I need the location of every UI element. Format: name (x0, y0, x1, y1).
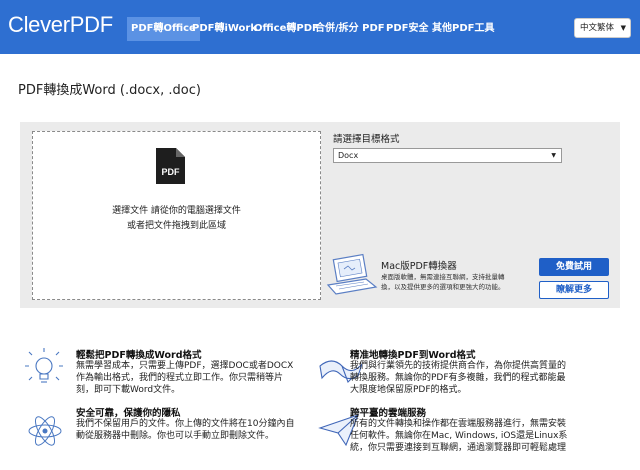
feature-description-line: 所有的文件轉換和操作都在雲端服務器進行，無需安裝 (350, 419, 567, 429)
feature-description-line: 刻，即可下載Word文件。 (76, 385, 181, 395)
laptop-illustration-icon (326, 253, 378, 295)
drop-zone-hint: 或者把文件拖拽到此區域 (126, 221, 226, 231)
nav-pdf-to-office[interactable]: PDF轉Office (127, 17, 200, 41)
feature-title: 跨平臺的雲端服務 (350, 408, 427, 419)
nav-pdf-to-iwork[interactable]: PDF轉iWork (192, 17, 257, 41)
drop-zone-instruction: 選擇文件 請從你的電腦選擇文件 (112, 206, 241, 216)
mac-app-description-line: 換，以及提供更多的選項和更強大的功能。 (381, 283, 505, 291)
feature-description-line: 任何軟件。無論你在Mac, Windows, iOS還是Linux系 (350, 431, 568, 441)
feature-description: 所有的文件轉換和操作都在雲端服務器進行，無需安裝 任何軟件。無論你在Mac, W… (350, 418, 635, 454)
logo[interactable]: CleverPDF (8, 12, 113, 38)
target-format-select[interactable]: Docx ▼ (333, 148, 562, 163)
pdf-file-icon-label: PDF (162, 167, 181, 177)
chevron-down-icon: ▼ (620, 24, 626, 32)
language-select[interactable]: 中文繁体 ▼ (574, 18, 631, 38)
feature-title: 精准地轉換PDF到Word格式 (350, 350, 476, 361)
page-title: PDF轉換成Word (.docx, .doc) (18, 83, 201, 98)
nav-other-pdf-tools[interactable]: 其他PDF工具 (432, 17, 494, 41)
mac-app-description: 桌面版軟體，無需連接互聯網，支持批量轉 換，以及提供更多的選項和更強大的功能。 (381, 272, 536, 292)
feature-description-line: 大限度地保留原PDF的格式。 (350, 385, 467, 395)
feature-title: 安全可靠，保護你的隱私 (76, 408, 181, 419)
feature-description-line: 無需學習成本，只需要上傳PDF，選擇DOC或者DOCX (76, 361, 294, 371)
feature-description: 無需學習成本，只需要上傳PDF，選擇DOC或者DOCX 作為輸出格式，我們的程式… (76, 360, 306, 396)
feature-description-line: 我們與行業領先的技術提供商合作，為你提供高質量的 (350, 361, 567, 371)
learn-more-button[interactable]: 瞭解更多 (539, 281, 609, 299)
chevron-down-icon: ▼ (551, 152, 556, 159)
target-format-label: 請選擇目標格式 (333, 134, 400, 145)
feature-description-line: 轉換服務。無論你的PDF有多複雜，我們的程式都能最 (350, 373, 566, 383)
language-label: 中文繁体 (580, 23, 615, 33)
feature-description-line: 我們不保留用戶的文件。你上傳的文件將在10分鐘內自 (76, 419, 295, 429)
feature-description-line: 作為輸出格式，我們的程式立即工作。你只需稍等片 (76, 373, 284, 383)
feature-title: 輕鬆把PDF轉換成Word格式 (76, 350, 202, 361)
feature-description: 我們與行業領先的技術提供商合作，為你提供高質量的 轉換服務。無論你的PDF有多複… (350, 360, 635, 396)
lightbulb-icon (25, 348, 63, 383)
feature-description-line: 統，你只需要連接到互聯網，通過瀏覽器即可輕鬆處理 (350, 443, 567, 453)
atom-icon (28, 416, 62, 446)
free-trial-button[interactable]: 免費試用 (539, 258, 609, 276)
top-navigation: CleverPDF PDF轉Office PDF轉iWork Office轉PD… (0, 0, 640, 54)
target-format-value: Docx (338, 151, 359, 160)
mac-app-description-line: 桌面版軟體，無需連接互聯網，支持批量轉 (381, 273, 505, 281)
nav-pdf-security[interactable]: PDF安全 (386, 17, 428, 41)
nav-office-to-pdf[interactable]: Office轉PDF (254, 17, 319, 41)
pdf-file-icon: PDF (156, 148, 185, 184)
mac-app-title: Mac版PDF轉換器 (381, 261, 457, 272)
feature-description: 我們不保留用戶的文件。你上傳的文件將在10分鐘內自 動從服務器中刪除。你也可以手… (76, 418, 306, 442)
feature-description-line: 動從服務器中刪除。你也可以手動立即刪除文件。 (76, 431, 275, 441)
nav-merge-split-pdf[interactable]: 合併/拆分 PDF (315, 17, 385, 41)
